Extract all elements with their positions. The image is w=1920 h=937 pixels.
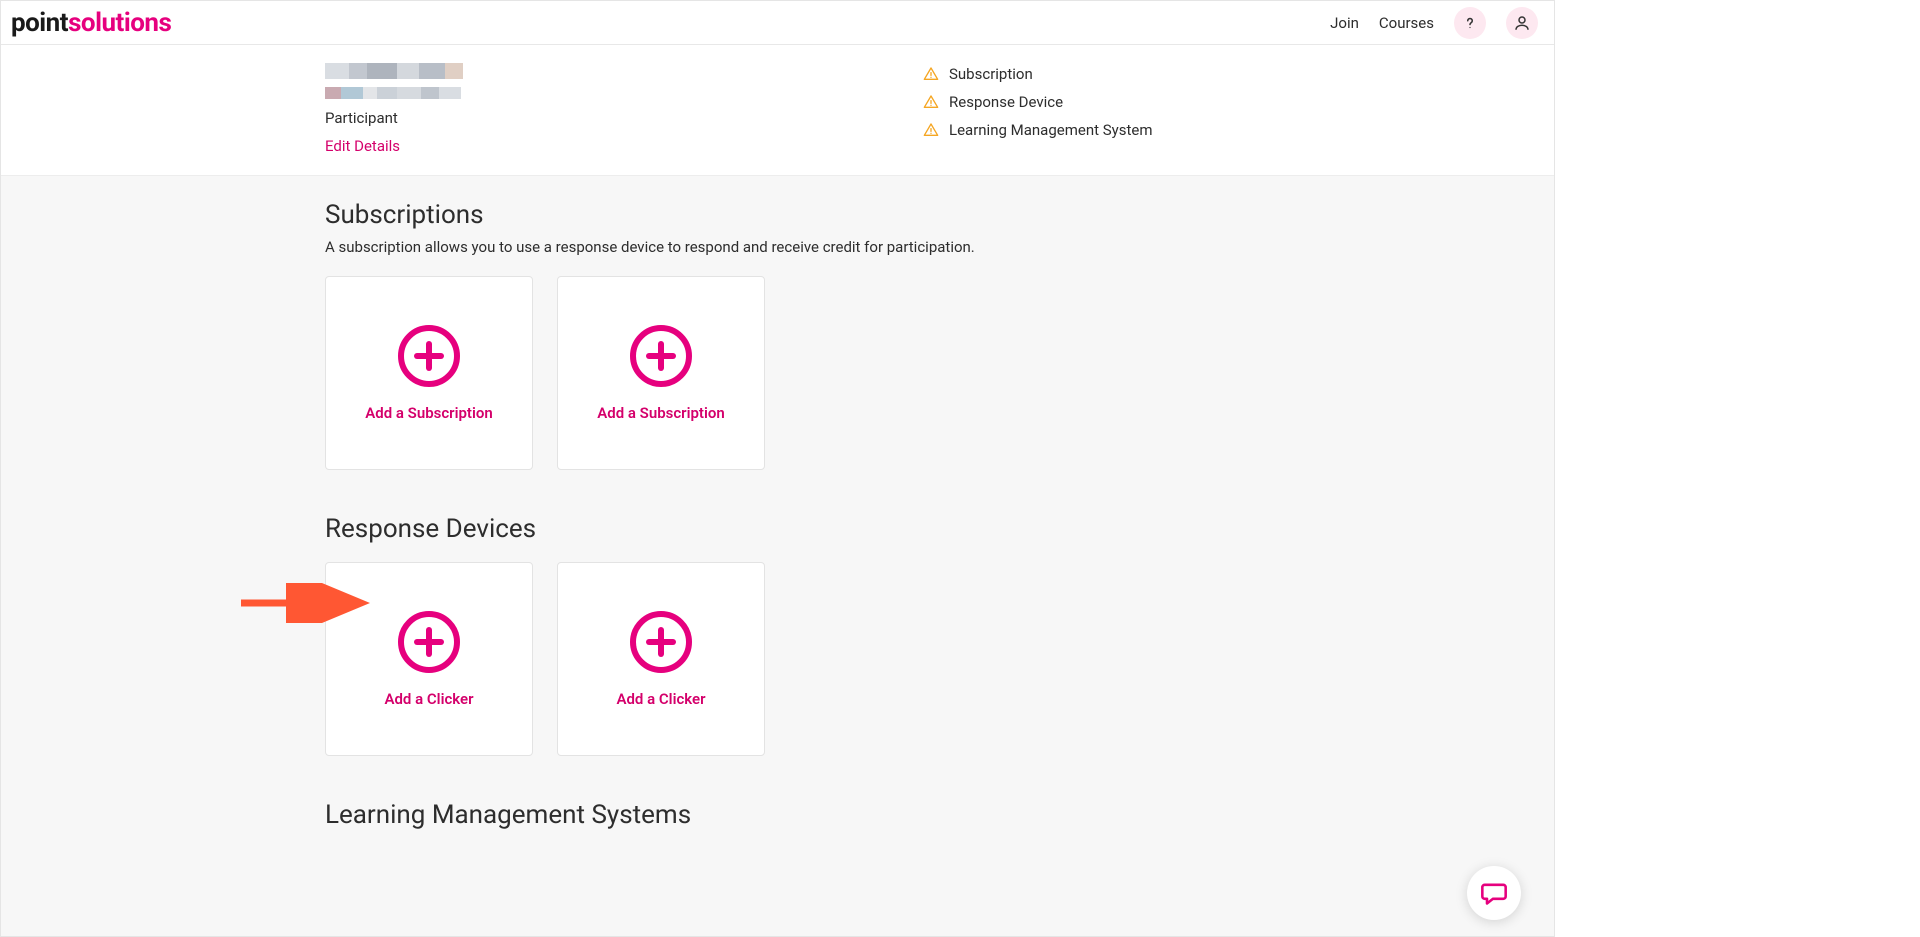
help-button[interactable] — [1454, 7, 1486, 39]
redacted-email — [325, 87, 463, 99]
add-clicker-card[interactable]: Add a Clicker — [557, 562, 765, 756]
status-lms: Learning Management System — [923, 121, 1153, 139]
logo-part1: point — [11, 8, 68, 38]
plus-circle-icon — [397, 324, 461, 388]
profile-section: Participant Edit Details Subscription Re… — [1, 45, 1554, 175]
add-subscription-card[interactable]: Add a Subscription — [557, 276, 765, 470]
warning-icon — [923, 94, 939, 110]
app-viewport: pointsolutions Join Courses — [0, 0, 1555, 937]
warning-icon — [923, 122, 939, 138]
nav-join[interactable]: Join — [1330, 14, 1359, 32]
logo[interactable]: pointsolutions — [11, 8, 171, 38]
logo-part2: solutions — [68, 8, 171, 38]
card-label: Add a Subscription — [597, 404, 724, 422]
nav-courses[interactable]: Courses — [1379, 14, 1434, 32]
card-label: Add a Clicker — [616, 690, 705, 708]
subscriptions-subtitle: A subscription allows you to use a respo… — [325, 238, 1554, 256]
top-nav: pointsolutions Join Courses — [1, 1, 1554, 45]
main-area: Subscriptions A subscription allows you … — [1, 175, 1554, 937]
lms-title: Learning Management Systems — [325, 800, 1554, 830]
devices-title: Response Devices — [325, 514, 1554, 544]
question-icon — [1461, 14, 1479, 32]
status-label: Learning Management System — [949, 121, 1153, 139]
user-icon — [1513, 14, 1531, 32]
devices-cards: Add a Clicker Add a Clicker — [325, 562, 1554, 756]
status-subscription: Subscription — [923, 65, 1153, 83]
plus-circle-icon — [629, 610, 693, 674]
redacted-name — [325, 63, 463, 79]
add-subscription-card[interactable]: Add a Subscription — [325, 276, 533, 470]
warning-icon — [923, 66, 939, 82]
chat-button[interactable] — [1467, 866, 1521, 920]
nav-right: Join Courses — [1330, 7, 1538, 39]
account-button[interactable] — [1506, 7, 1538, 39]
profile-role: Participant — [325, 109, 463, 127]
status-label: Subscription — [949, 65, 1033, 83]
plus-circle-icon — [629, 324, 693, 388]
status-label: Response Device — [949, 93, 1063, 111]
add-clicker-card[interactable]: Add a Clicker — [325, 562, 533, 756]
card-label: Add a Subscription — [365, 404, 492, 422]
subscriptions-title: Subscriptions — [325, 200, 1554, 230]
status-response-device: Response Device — [923, 93, 1153, 111]
subscriptions-cards: Add a Subscription Add a Subscription — [325, 276, 1554, 470]
chat-icon — [1480, 879, 1508, 907]
card-label: Add a Clicker — [384, 690, 473, 708]
profile-info: Participant Edit Details — [325, 63, 463, 155]
plus-circle-icon — [397, 610, 461, 674]
edit-details-link[interactable]: Edit Details — [325, 137, 463, 155]
status-list: Subscription Response Device Learning Ma… — [923, 63, 1153, 155]
